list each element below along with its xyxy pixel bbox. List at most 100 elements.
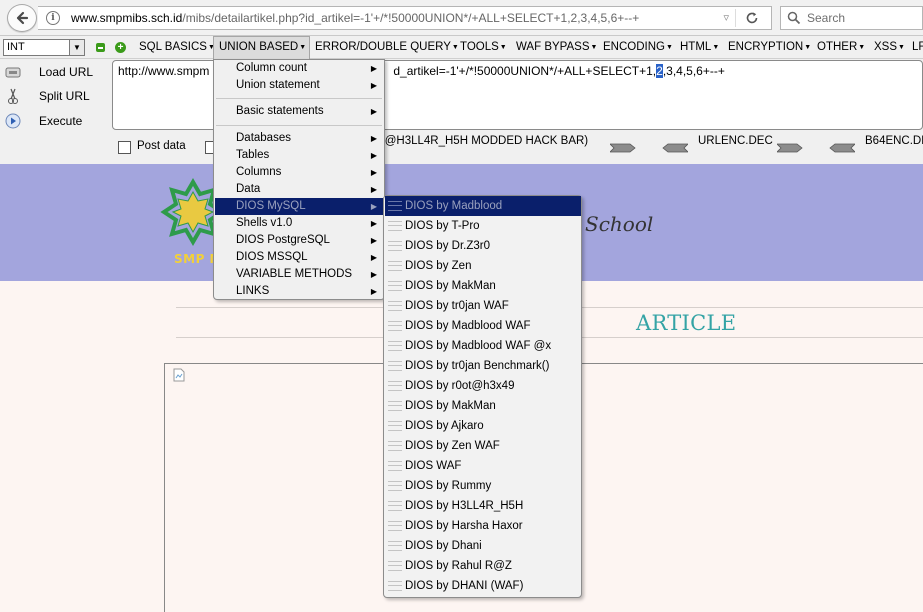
- menu-item-variable-methods[interactable]: VARIABLE METHODS ▶: [215, 266, 383, 283]
- menu-waf-bypass[interactable]: WAF BYPASS▼: [516, 36, 597, 59]
- menu-item-columns[interactable]: Columns ▶: [215, 164, 383, 181]
- menu-item-union-statement[interactable]: Union statement ▶: [215, 77, 383, 94]
- dios-mysql-submenu: DIOS by Madblood DIOS by T-Pro DIOS by D…: [383, 195, 582, 598]
- url-path: /mibs/detailartikel.php?id_artikel=-1'+/…: [182, 11, 640, 25]
- dios-item-label: DIOS by Rummy: [405, 480, 492, 492]
- execute-button[interactable]: Execute: [4, 110, 82, 131]
- dios-item-label: DIOS by Zen WAF: [405, 440, 500, 452]
- menu-item-label: LINKS: [236, 285, 270, 297]
- plus-icon[interactable]: +: [115, 42, 126, 53]
- submenu-arrow-icon: ▶: [370, 81, 377, 90]
- menu-item-label: VARIABLE METHODS: [236, 268, 353, 280]
- menu-item-dios-mysql[interactable]: DIOS MySQL ▶: [215, 198, 383, 215]
- dios-item-label: DIOS by Madblood: [405, 200, 503, 212]
- caret-down-icon: ▼: [712, 44, 720, 51]
- dios-item[interactable]: DIOS by Madblood WAF: [385, 316, 581, 336]
- minus-icon[interactable]: [96, 43, 105, 52]
- dios-item[interactable]: DIOS by MakMan: [385, 276, 581, 296]
- dios-item[interactable]: DIOS by DHANI (WAF): [385, 576, 581, 596]
- dios-item[interactable]: DIOS by tr0jan Benchmark(): [385, 356, 581, 376]
- site-info-icon[interactable]: i: [46, 11, 60, 25]
- payload-icon: [388, 361, 402, 371]
- injection-type-select[interactable]: INT ▼: [3, 39, 85, 56]
- menu-item-data[interactable]: Data ▶: [215, 181, 383, 198]
- menu-item-links[interactable]: LINKS ▶: [215, 283, 383, 300]
- menu-encryption[interactable]: ENCRYPTION▼: [728, 36, 811, 59]
- reload-button[interactable]: [743, 9, 761, 27]
- menu-html[interactable]: HTML▼: [680, 36, 719, 59]
- menu-item-shells[interactable]: Shells v1.0 ▶: [215, 215, 383, 232]
- dios-item[interactable]: DIOS by Rummy: [385, 476, 581, 496]
- menu-sql-basics[interactable]: SQL BASICS▼: [139, 36, 215, 59]
- menu-item-databases[interactable]: Databases ▶: [215, 130, 383, 147]
- dios-item[interactable]: DIOS by H3LL4R_H5H: [385, 496, 581, 516]
- arrow-right-icon[interactable]: [610, 143, 636, 153]
- back-arrow-icon: [16, 11, 29, 25]
- submenu-arrow-icon: ▶: [370, 107, 377, 116]
- payload-icon: [388, 501, 402, 511]
- payload-icon: [388, 541, 402, 551]
- menu-union-based[interactable]: UNION BASED▼: [213, 36, 310, 59]
- dios-item[interactable]: DIOS by Zen WAF: [385, 436, 581, 456]
- menu-item-label: Shells v1.0: [236, 217, 293, 229]
- dios-item[interactable]: DIOS by Rahul R@Z: [385, 556, 581, 576]
- menu-item-label: DIOS MSSQL: [236, 251, 308, 263]
- arrow-right-icon[interactable]: [777, 143, 803, 153]
- dios-item[interactable]: DIOS by T-Pro: [385, 216, 581, 236]
- dios-item[interactable]: DIOS by Dr.Z3r0: [385, 236, 581, 256]
- menu-other[interactable]: OTHER▼: [817, 36, 865, 59]
- split-url-button[interactable]: Split URL: [4, 85, 90, 106]
- payload-icon: [388, 461, 402, 471]
- menu-label: ENCRYPTION: [728, 41, 804, 53]
- menu-item-tables[interactable]: Tables ▶: [215, 147, 383, 164]
- dios-item[interactable]: DIOS by Madblood WAF @x: [385, 336, 581, 356]
- dios-item[interactable]: DIOS by Zen: [385, 256, 581, 276]
- submenu-arrow-icon: ▶: [370, 168, 377, 177]
- dios-item[interactable]: DIOS by MakMan: [385, 396, 581, 416]
- menu-lfi[interactable]: LF: [912, 36, 923, 59]
- menu-encoding[interactable]: ENCODING▼: [603, 36, 673, 59]
- dios-item-label: DIOS by tr0jan WAF: [405, 300, 509, 312]
- dios-item[interactable]: DIOS by Ajkaro: [385, 416, 581, 436]
- search-input[interactable]: [807, 11, 917, 25]
- payload-icon: [388, 261, 402, 271]
- load-url-icon: [4, 63, 22, 81]
- payload-icon: [388, 301, 402, 311]
- menu-item-dios-mssql[interactable]: DIOS MSSQL ▶: [215, 249, 383, 266]
- menu-item-basic-statements[interactable]: Basic statements ▶: [215, 103, 383, 120]
- menu-item-label: Databases: [236, 132, 291, 144]
- post-data-checkbox[interactable]: [118, 141, 131, 154]
- caret-down-icon: ▼: [898, 44, 905, 51]
- b64enc-label[interactable]: B64ENC.DE: [865, 135, 923, 147]
- dios-item[interactable]: DIOS by r0ot@h3x49: [385, 376, 581, 396]
- urlenc-label[interactable]: URLENC.DEC: [698, 135, 773, 147]
- menu-item-column-count[interactable]: Column count ▶: [215, 60, 383, 77]
- arrow-left-icon[interactable]: [662, 143, 688, 153]
- article-heading: ARTICLE: [636, 311, 737, 335]
- dios-item[interactable]: DIOS by Dhani: [385, 536, 581, 556]
- back-button[interactable]: [7, 4, 37, 32]
- modded-hackbar-label: (~/@H3LL4R_H5H MODDED HACK BAR): [371, 135, 589, 147]
- search-bar[interactable]: [780, 6, 923, 30]
- arrow-left-icon[interactable]: [829, 143, 855, 153]
- dios-item-label: DIOS by Dhani: [405, 540, 482, 552]
- dios-item[interactable]: DIOS by Madblood: [385, 196, 581, 216]
- caret-down-icon: ▼: [451, 44, 459, 51]
- menu-xss[interactable]: XSS▼: [874, 36, 905, 59]
- submenu-arrow-icon: ▶: [370, 270, 377, 279]
- menu-item-dios-postgresql[interactable]: DIOS PostgreSQL ▶: [215, 232, 383, 249]
- payload-icon: [388, 341, 402, 351]
- menu-label: TOOLS: [460, 41, 499, 53]
- menu-error-double-query[interactable]: ERROR/DOUBLE QUERY▼: [315, 36, 459, 59]
- url-history-dropdown-icon[interactable]: ▿: [723, 11, 729, 24]
- menu-tools[interactable]: TOOLS▼: [460, 36, 507, 59]
- address-bar[interactable]: i www.smpmibs.sch.id/mibs/detailartikel.…: [38, 6, 772, 30]
- caret-down-icon: ▼: [299, 44, 307, 51]
- dios-item[interactable]: DIOS by tr0jan WAF: [385, 296, 581, 316]
- url-text[interactable]: www.smpmibs.sch.id/mibs/detailartikel.ph…: [71, 11, 691, 25]
- chevron-down-icon[interactable]: ▼: [69, 40, 84, 55]
- dios-item[interactable]: DIOS by Harsha Haxor: [385, 516, 581, 536]
- caret-down-icon: ▼: [804, 44, 812, 51]
- dios-item[interactable]: DIOS WAF: [385, 456, 581, 476]
- load-url-button[interactable]: Load URL: [4, 61, 93, 82]
